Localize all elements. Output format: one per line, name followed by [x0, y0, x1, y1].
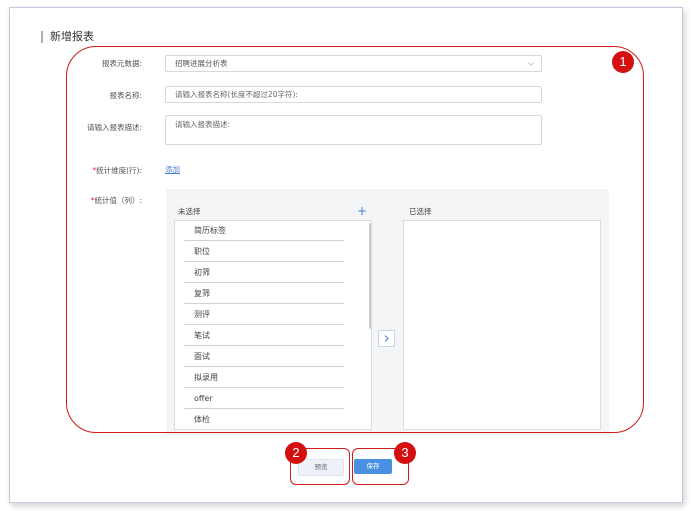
annotation-marker-1: 1 — [612, 51, 634, 73]
annotation-marker-3: 3 — [394, 442, 416, 464]
annotation-marker-2: 2 — [285, 442, 307, 464]
page-title: 新增报表 — [50, 30, 94, 43]
annotation-box-1 — [66, 46, 644, 433]
title-accent-bar — [41, 31, 43, 43]
